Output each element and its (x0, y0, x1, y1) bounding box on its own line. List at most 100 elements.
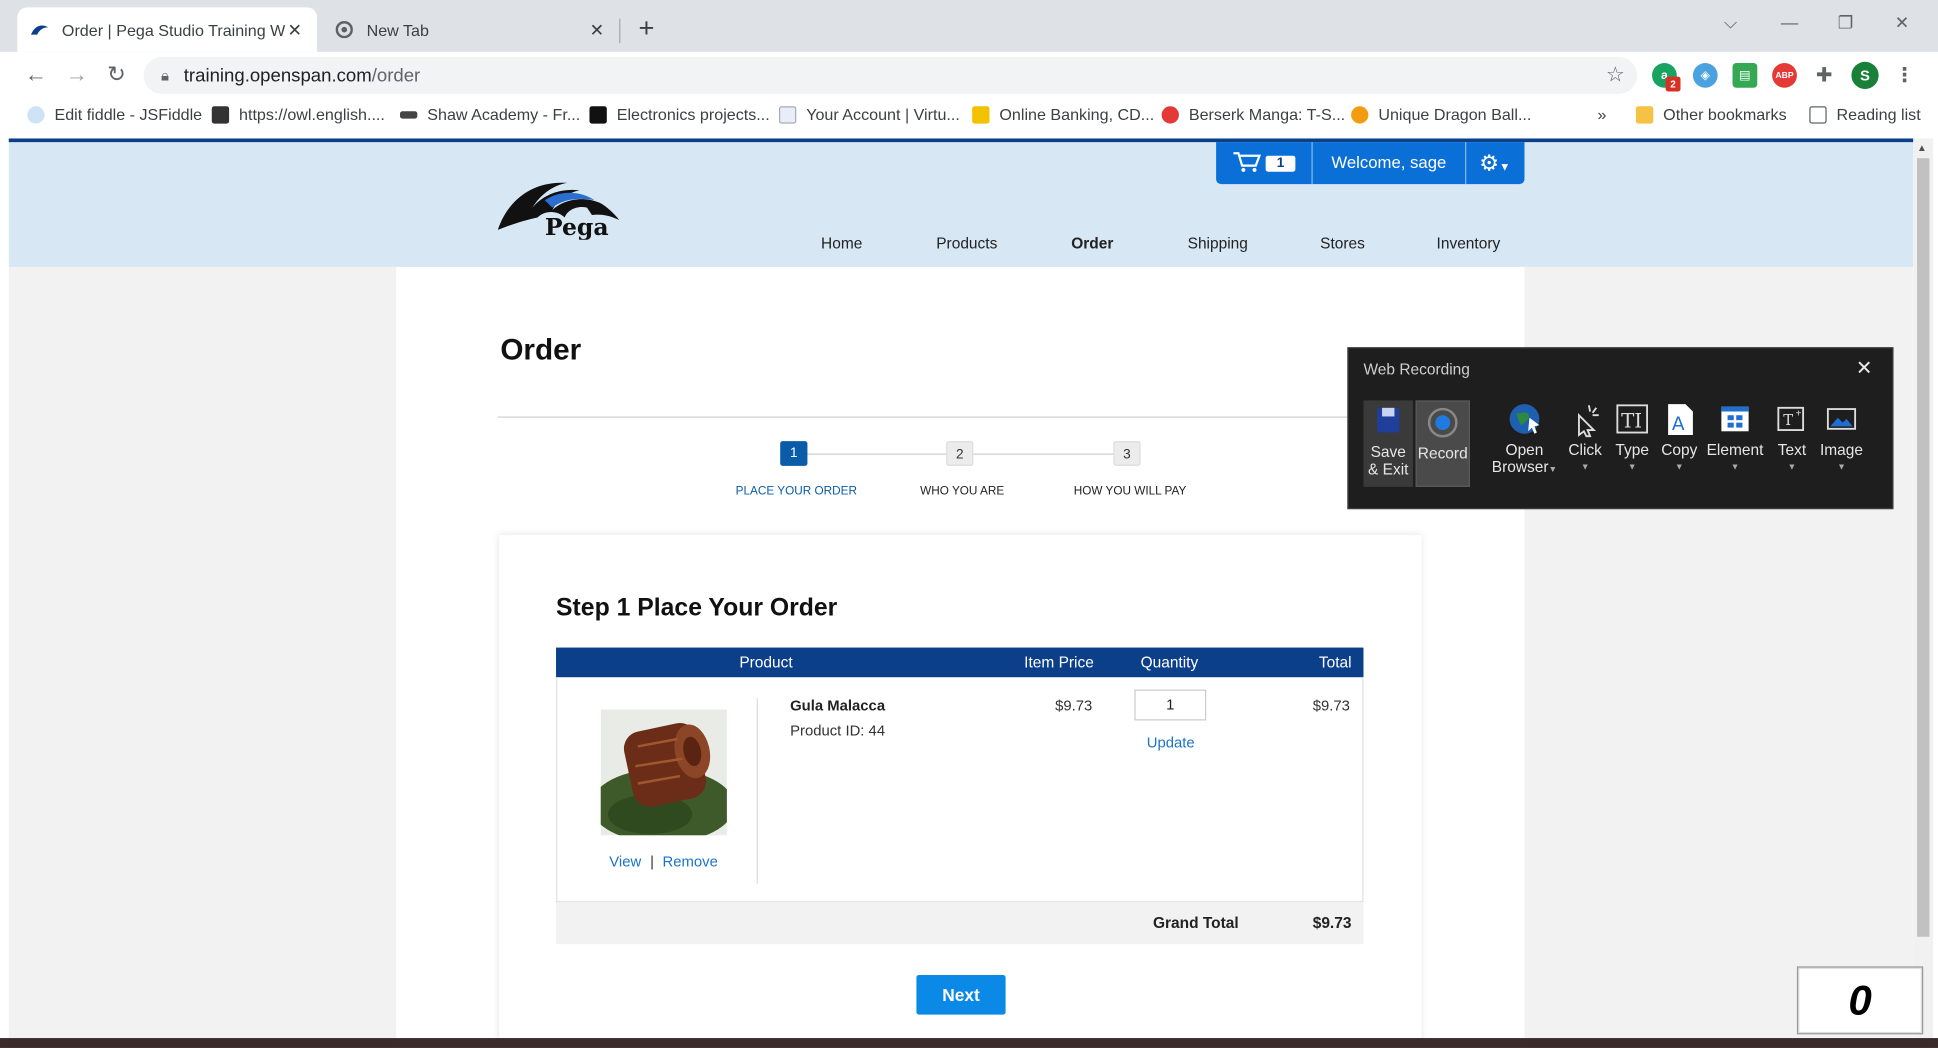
col-item-price: Item Price (1024, 653, 1094, 672)
bookmark-item[interactable]: https://owl.english.... (211, 105, 385, 124)
welcome-text: Welcome, sage (1313, 142, 1467, 185)
new-tab-icon[interactable]: + (633, 14, 660, 42)
extension-icon[interactable]: ◈ (1692, 63, 1718, 88)
adblock-icon[interactable]: ABP (1772, 63, 1797, 88)
image-button[interactable]: Image ▼ (1817, 400, 1867, 477)
nav-products[interactable]: Products (936, 235, 997, 252)
bookmark-star-icon[interactable]: ☆ (1606, 63, 1625, 88)
browser-tab-new[interactable]: New Tab ✕ (322, 7, 619, 51)
table-header: Product Item Price Quantity Total (556, 647, 1364, 678)
remove-link[interactable]: Remove (663, 853, 718, 870)
grand-total-row: Grand Total $9.73 (556, 902, 1364, 945)
reload-icon[interactable]: ↻ (103, 62, 130, 88)
copy-icon: A (1661, 400, 1698, 437)
url-path: /order (371, 64, 421, 86)
web-recording-panel: Web Recording ✕ Save & Exit Record Open … (1347, 347, 1894, 510)
page-title: Order (500, 333, 582, 368)
close-tab-icon[interactable]: ✕ (285, 19, 305, 40)
tab-divider (619, 18, 621, 44)
nav-stores[interactable]: Stores (1320, 235, 1365, 252)
settings-gear-icon[interactable]: ⚙▼ (1466, 150, 1523, 176)
bookmark-item[interactable]: Electronics projects... (589, 105, 770, 124)
owl-icon (211, 105, 230, 123)
tab-search-icon[interactable]: ⌵ (1724, 12, 1737, 33)
scrollbar-thumb[interactable] (1917, 158, 1930, 937)
web-page: Pega 1 Welcome, sage ⚙▼ Home Products Or… (8, 138, 1914, 1048)
svg-text:Pega: Pega (545, 213, 609, 240)
url-host: training.openspan.com (183, 64, 372, 86)
step-connector (973, 453, 1127, 455)
chrome-icon (334, 20, 354, 40)
cart-count-badge: 1 (1265, 155, 1296, 172)
extensions-puzzle-icon[interactable]: ✚ (1812, 63, 1837, 88)
step-2-label: WHO YOU ARE (920, 484, 1005, 499)
image-icon (1823, 400, 1860, 437)
step-2-marker: 2 (946, 441, 974, 466)
extension-icon[interactable]: ▤ (1732, 63, 1758, 88)
browser-tab-order[interactable]: Order | Pega Studio Training Web ✕ (17, 7, 318, 52)
panel-title: Web Recording (1363, 360, 1470, 379)
reading-list-icon (1809, 105, 1827, 123)
view-link[interactable]: View (609, 853, 641, 870)
nav-home[interactable]: Home (821, 235, 862, 252)
update-link[interactable]: Update (1147, 734, 1195, 751)
text-button[interactable]: T + Text ▼ (1767, 400, 1817, 477)
line-total: $9.73 (1312, 696, 1350, 715)
lock-icon: 🔒︎ (160, 66, 169, 84)
page-background (8, 266, 397, 1048)
bookmarks-overflow[interactable]: » (1598, 105, 1607, 124)
copy-button[interactable]: A Copy ▼ (1656, 400, 1703, 477)
open-browser-button[interactable]: Open Browser▼ (1490, 400, 1559, 479)
menu-kebab-icon[interactable]: ⋮ (1892, 63, 1917, 88)
scroll-up-icon[interactable]: ▲ (1917, 142, 1927, 153)
product-id: Product ID: 44 (790, 721, 886, 740)
step-3-marker: 3 (1113, 441, 1141, 466)
next-button[interactable]: Next (916, 975, 1006, 1015)
extension-badge: 2 (1665, 76, 1681, 92)
site-header: Pega 1 Welcome, sage ⚙▼ Home Products Or… (8, 138, 1914, 267)
record-button[interactable]: Record (1415, 400, 1470, 487)
link-separator: | (650, 852, 655, 871)
forward-icon[interactable]: → (63, 62, 90, 88)
bookmark-item[interactable]: Your Account | Virtu... (778, 105, 960, 124)
folder-icon (1635, 105, 1654, 123)
type-icon: TI (1614, 400, 1651, 437)
manga-icon (1161, 105, 1179, 123)
close-icon[interactable]: ✕ (1856, 356, 1873, 381)
step-1-marker: 1 (780, 441, 808, 466)
address-bar[interactable]: 🔒︎ training.openspan.com/order ☆ (143, 56, 1638, 94)
restore-icon[interactable]: ❐ (1838, 12, 1854, 33)
close-window-icon[interactable]: ✕ (1895, 12, 1910, 33)
tab-title: New Tab (366, 20, 429, 39)
bookmark-item[interactable]: Berserk Manga: T-S... (1161, 105, 1345, 124)
nav-inventory[interactable]: Inventory (1437, 235, 1501, 252)
product-image[interactable] (600, 709, 727, 836)
product-name: Gula Malacca (790, 696, 886, 715)
order-card: Step 1 Place Your Order Product Item Pri… (499, 535, 1422, 1048)
other-bookmarks[interactable]: Other bookmarks (1635, 105, 1787, 124)
save-exit-button[interactable]: Save & Exit (1363, 400, 1414, 487)
bookmark-item[interactable]: Edit fiddle - JSFiddle (27, 105, 202, 124)
pega-logo[interactable]: Pega (495, 173, 631, 241)
back-icon[interactable]: ← (22, 62, 49, 88)
svg-text:+: + (1796, 408, 1802, 419)
column-divider (756, 698, 758, 884)
bookmark-item[interactable]: Unique Dragon Ball... (1351, 105, 1531, 124)
reading-list[interactable]: Reading list (1809, 105, 1921, 124)
bookmark-item[interactable]: Shaw Academy - Fr... (400, 105, 580, 124)
click-button[interactable]: Click ▼ (1562, 400, 1609, 477)
bookmark-item[interactable]: Online Banking, CD... (972, 105, 1154, 124)
quantity-input[interactable]: 1 (1134, 689, 1207, 721)
element-button[interactable]: Element ▼ (1703, 400, 1767, 477)
vertical-scrollbar[interactable]: ▲ (1913, 138, 1934, 1048)
user-bar: 1 Welcome, sage ⚙▼ (1216, 142, 1525, 185)
nav-shipping[interactable]: Shipping (1188, 235, 1248, 252)
close-tab-icon[interactable]: ✕ (587, 19, 607, 40)
type-button[interactable]: TI Type ▼ (1609, 400, 1656, 477)
col-total: Total (1318, 653, 1352, 672)
nav-order[interactable]: Order (1071, 235, 1113, 252)
profile-avatar[interactable]: S (1851, 61, 1879, 89)
tab-title: Order | Pega Studio Training Web (61, 20, 285, 39)
cart-button[interactable]: 1 (1216, 142, 1313, 185)
minimize-icon[interactable]: — (1781, 12, 1798, 32)
